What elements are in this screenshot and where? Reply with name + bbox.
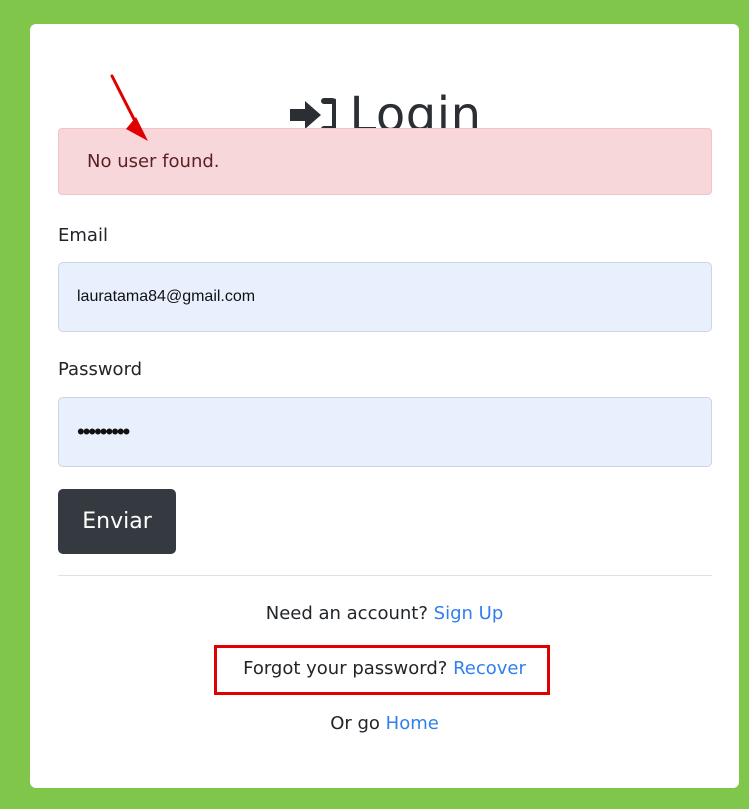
red-arrow-icon bbox=[110, 74, 148, 141]
signup-line: Need an account? Sign Up bbox=[30, 603, 739, 624]
home-line: Or go Home bbox=[30, 713, 739, 734]
submit-button[interactable]: Enviar bbox=[58, 489, 176, 554]
password-field[interactable] bbox=[58, 397, 712, 467]
email-label: Email bbox=[58, 225, 108, 246]
error-message: No user found. bbox=[87, 151, 220, 172]
password-label: Password bbox=[58, 359, 143, 380]
signup-prefix: Need an account? bbox=[265, 603, 428, 624]
email-field[interactable] bbox=[58, 262, 712, 332]
annotation-highlight-box bbox=[214, 645, 550, 695]
signup-link[interactable]: Sign Up bbox=[434, 603, 504, 624]
home-link[interactable]: Home bbox=[386, 713, 439, 734]
home-prefix: Or go bbox=[330, 713, 380, 734]
section-divider bbox=[58, 575, 712, 576]
